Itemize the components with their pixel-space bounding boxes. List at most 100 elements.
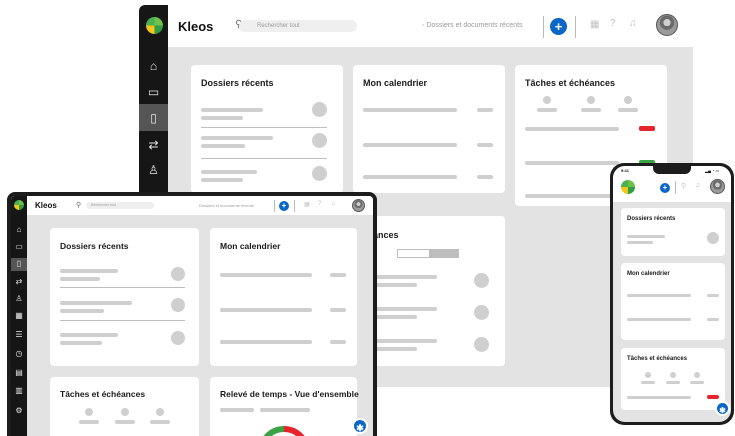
divider — [274, 200, 275, 212]
task-line — [373, 275, 437, 279]
item-line — [201, 136, 273, 140]
task-line — [525, 194, 619, 198]
item-line — [201, 170, 257, 174]
folder-icon[interactable]: ▭ — [11, 242, 27, 251]
calendar-icon[interactable]: ▦ — [304, 201, 310, 208]
avatar-placeholder — [312, 133, 327, 148]
event-time — [477, 175, 493, 179]
task-line — [373, 307, 437, 311]
card-title: Dossiers récents — [627, 216, 676, 222]
event-line — [363, 175, 457, 179]
kleos-logo[interactable] — [621, 180, 635, 194]
calendar-icon[interactable]: ▦ — [11, 311, 27, 320]
stat-label — [581, 108, 601, 112]
event-line — [627, 318, 691, 321]
tasks-icon[interactable]: ☰ — [11, 330, 27, 339]
stat-dot — [156, 408, 164, 416]
add-button[interactable]: + — [550, 18, 567, 35]
kleos-logo[interactable] — [146, 17, 163, 34]
card-title: Dossiers récents — [60, 241, 129, 251]
document-icon[interactable]: ▯ — [11, 259, 27, 268]
overdue-badge — [639, 126, 655, 131]
transfer-icon[interactable]: ⇄ — [139, 138, 168, 152]
task-line — [525, 161, 619, 165]
help-icon[interactable]: ? — [610, 18, 616, 29]
event-line — [220, 340, 312, 344]
phone-notch — [653, 166, 691, 174]
reports-icon[interactable]: ▥ — [11, 386, 27, 395]
divider — [201, 158, 327, 159]
search-input[interactable]: Rechercher tout — [239, 20, 357, 32]
avatar-placeholder — [171, 331, 185, 345]
contact-icon[interactable]: ♙ — [11, 294, 27, 303]
billing-icon[interactable]: ▤ — [11, 368, 27, 377]
help-icon[interactable]: ? — [318, 201, 321, 207]
add-button[interactable]: + — [660, 183, 670, 193]
timer-icon[interactable]: ◷ — [11, 349, 27, 358]
recent-folders-card: Dossiers récents — [621, 208, 725, 256]
search-icon[interactable]: ⚲ — [76, 201, 81, 209]
event-time — [707, 294, 719, 297]
calendar-icon[interactable]: ▦ — [590, 19, 599, 30]
filter-line — [260, 408, 310, 412]
avatar-placeholder — [312, 166, 327, 181]
stat-dot — [587, 96, 595, 104]
contact-icon[interactable]: ♙ — [139, 163, 168, 177]
card-title: Dossiers récents — [201, 78, 274, 88]
quick-action-button[interactable]: ✱ — [715, 401, 730, 416]
document-icon[interactable]: ▯ — [139, 111, 168, 125]
calendar-card: Mon calendrier — [210, 228, 357, 366]
avatar-placeholder — [171, 298, 185, 312]
item-line — [60, 333, 118, 337]
search-icon[interactable]: ⚲ — [681, 182, 686, 190]
filter-line — [220, 408, 254, 412]
transfer-icon[interactable]: ⇄ — [11, 277, 27, 286]
user-avatar[interactable] — [352, 199, 365, 212]
settings-icon[interactable]: ⚙ — [11, 406, 27, 415]
phone-frame: 9:41 ▂▄ ◔ ▭ + ⚲ ♫ Dossiers récents Mon c… — [610, 163, 734, 425]
stat-label — [537, 108, 557, 112]
home-icon[interactable]: ⌂ — [11, 225, 27, 234]
item-line — [60, 269, 118, 273]
item-line — [60, 301, 132, 305]
bell-icon[interactable]: ♫ — [695, 182, 700, 189]
card-title: Tâches et échéances — [627, 356, 688, 362]
card-title: Mon calendrier — [363, 78, 428, 88]
item-line — [201, 108, 263, 112]
user-avatar[interactable] — [710, 179, 725, 194]
user-avatar[interactable] — [656, 14, 678, 36]
segment-active[interactable] — [429, 249, 459, 258]
stat-label — [641, 381, 655, 384]
item-line — [60, 341, 102, 345]
stat-dot — [645, 372, 651, 378]
card-title: Tâches et échéances — [60, 389, 146, 399]
avatar-placeholder — [474, 337, 489, 352]
bell-icon[interactable]: ♫ — [629, 18, 637, 29]
recent-folders-card: Dossiers récents — [50, 228, 199, 366]
card-title: Mon calendrier — [220, 241, 281, 251]
divider — [294, 200, 295, 212]
home-icon[interactable]: ⌂ — [139, 59, 168, 73]
divider — [543, 16, 544, 38]
donut-chart — [263, 426, 305, 436]
stat-label — [666, 381, 680, 384]
recent-documents-link[interactable]: ◦ Dossiers et documents récents — [422, 22, 523, 29]
recent-label: Dossiers et documents récents — [426, 22, 523, 29]
item-line — [201, 178, 243, 182]
divider — [60, 320, 185, 321]
stat-label — [690, 381, 704, 384]
folder-icon[interactable]: ▭ — [139, 85, 168, 99]
recent-documents-link[interactable]: Dossiers et documents récents — [199, 203, 254, 208]
stat-dot — [85, 408, 93, 416]
status-time: 9:41 — [621, 168, 630, 173]
bell-icon[interactable]: ♫ — [331, 201, 336, 207]
quick-action-button[interactable]: ✱ — [352, 418, 368, 434]
task-line — [627, 396, 691, 399]
overdue-badge — [707, 395, 719, 399]
kleos-logo[interactable] — [14, 200, 24, 210]
card-title: Mon calendrier — [627, 271, 670, 277]
add-button[interactable]: + — [279, 201, 289, 211]
donut-segment-green — [263, 426, 285, 436]
stat-dot — [694, 372, 700, 378]
search-input[interactable]: Rechercher tout — [86, 202, 154, 209]
